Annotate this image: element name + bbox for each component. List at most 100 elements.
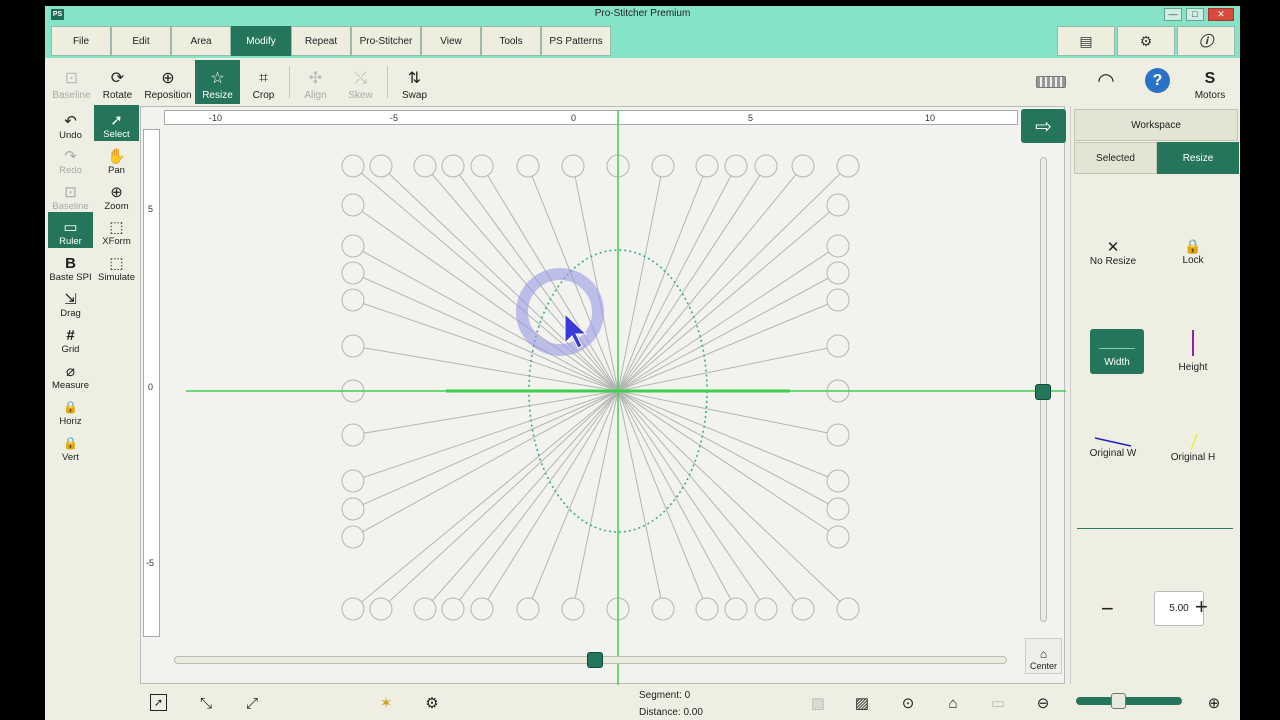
simulate-button[interactable]: ⬚ Simulate (94, 250, 139, 284)
info-icon[interactable]: ⓘ (1177, 26, 1235, 56)
skew-button[interactable]: ⤯ Skew (338, 60, 383, 104)
select-arrow-icon: ➚ (110, 112, 123, 129)
undo-icon: ↶ (64, 113, 77, 130)
height-button[interactable]: Height (1163, 330, 1223, 373)
crop-button[interactable]: ⌗ Crop (241, 60, 286, 104)
skew-icon: ⤯ (354, 70, 367, 87)
hand-icon: ✋ (107, 148, 126, 165)
baseline-icon: ⊡ (64, 70, 79, 87)
decrease-button[interactable]: − (1101, 596, 1114, 622)
reposition-button[interactable]: ⊕ Reposition (142, 60, 194, 104)
xform-icon: ⬚ (109, 219, 124, 236)
tab-modify[interactable]: Modify (231, 26, 291, 56)
book-icon[interactable]: ▤ (1057, 26, 1115, 56)
drag-button[interactable]: ⇲ Drag (48, 286, 93, 320)
motors-icon: S (1204, 70, 1216, 87)
select-button[interactable]: ➚ Select (94, 105, 139, 141)
image-icon[interactable]: ▨ (851, 692, 873, 714)
star-icon: ☆ (210, 70, 225, 87)
select-nodes-icon[interactable]: ⤡ (195, 692, 217, 714)
tab-view[interactable]: View (421, 26, 481, 56)
title-bar: PS Pro-Stitcher Premium — □ ✕ (45, 6, 1240, 24)
zoom-fit-icon[interactable]: ⊙ (897, 692, 919, 714)
swap-button[interactable]: ⇅ Swap (392, 60, 437, 104)
swap-icon: ⇅ (407, 70, 422, 87)
crosshair-icon: ⊕ (161, 70, 175, 87)
select-points-icon[interactable]: ⤢ (241, 692, 263, 714)
increase-button[interactable]: + (1195, 594, 1208, 620)
vertical-scroll-thumb[interactable] (1035, 384, 1051, 400)
gear-icon[interactable]: ⚙ (1117, 26, 1175, 56)
arrow-right-icon: ⇨ (1035, 115, 1052, 138)
zoom-out-icon[interactable]: ⊖ (1032, 692, 1054, 714)
tab-resize[interactable]: Resize (1157, 142, 1239, 174)
tab-edit[interactable]: Edit (111, 26, 171, 56)
zoom-button[interactable]: ⊕ Zoom (94, 179, 139, 213)
toolbar-baseline-button[interactable]: ⊡ Baseline (49, 60, 94, 104)
magic-select-icon[interactable]: ✶ (375, 692, 397, 714)
magnifier-icon: ⊕ (110, 184, 123, 201)
tab-ps-patterns[interactable]: PS Patterns (541, 26, 611, 56)
close-x-icon: ✕ (1106, 239, 1120, 256)
ruler-icon: ▭ (63, 219, 78, 236)
tab-tools[interactable]: Tools (481, 26, 541, 56)
maximize-button[interactable]: □ (1186, 8, 1204, 21)
help-icon[interactable]: ? (1145, 68, 1170, 93)
baste-spi-button[interactable]: B Baste SPI (48, 250, 93, 284)
distance-label: Distance: 0.00 (639, 707, 703, 718)
zoom-in-icon[interactable]: ⊕ (1203, 692, 1225, 714)
camera-icon[interactable]: ▭ (987, 692, 1009, 714)
minimize-button[interactable]: — (1164, 8, 1182, 21)
keyboard-icon[interactable] (1036, 76, 1066, 88)
align-icon: ✣ (308, 70, 323, 87)
window-title: Pro-Stitcher Premium (594, 8, 691, 19)
tab-pro-stitcher[interactable]: Pro-Stitcher (351, 26, 421, 56)
zoom-slider-thumb[interactable] (1111, 693, 1127, 709)
grid-icon: # (66, 327, 75, 344)
horiz-lock-button[interactable]: 🔒 Horiz (48, 394, 93, 428)
status-bar: ➚ ⤡ ⤢ ✶ ⚙ Segment: 0 Distance: 0.00 ▨ ▨ … (45, 684, 1240, 720)
menu-bar: File Edit Area Modify Repeat Pro-Stitche… (45, 24, 1240, 58)
design-canvas[interactable]: -10 -5 0 5 10 5 0 -5 (140, 106, 1066, 685)
original-w-button[interactable]: Original W (1083, 436, 1143, 459)
lock-icon: 🔒 (1184, 238, 1202, 254)
grid-button[interactable]: # Grid (48, 322, 93, 356)
gear-select-icon[interactable]: ⚙ (421, 692, 443, 714)
vert-lock-button[interactable]: 🔒 Vert (48, 430, 93, 464)
home-view-icon[interactable]: ⌂ (942, 692, 964, 714)
tab-repeat[interactable]: Repeat (291, 26, 351, 56)
close-button[interactable]: ✕ (1208, 8, 1234, 21)
horizontal-scrollbar[interactable] (174, 652, 1007, 668)
home-icon: ⌂ (1039, 647, 1048, 661)
align-button[interactable]: ✣ Align (293, 60, 338, 104)
undo-button[interactable]: ↶ Undo (48, 108, 93, 142)
redo-icon: ↷ (64, 148, 77, 165)
xform-button[interactable]: ⬚ XForm (94, 214, 139, 248)
horizontal-scroll-thumb[interactable] (587, 652, 603, 668)
left-baseline-button[interactable]: ⊡ Baseline (48, 179, 93, 213)
rotate-button[interactable]: ⟳ Rotate (95, 60, 140, 104)
resize-button[interactable]: ☆ Resize (195, 60, 240, 104)
zoom-slider[interactable] (1076, 693, 1182, 709)
original-h-button[interactable]: Original H (1163, 432, 1223, 463)
select-box-icon[interactable]: ➚ (150, 694, 167, 711)
pan-button[interactable]: ✋ Pan (94, 143, 139, 177)
width-button[interactable]: Width (1090, 329, 1144, 374)
drag-icon: ⇲ (64, 291, 77, 308)
motors-button[interactable]: S Motors (1185, 60, 1235, 104)
redo-button[interactable]: ↷ Redo (48, 143, 93, 177)
tab-selected[interactable]: Selected (1074, 142, 1157, 174)
wifi-icon[interactable]: ◠ (1093, 68, 1119, 94)
image-disabled-icon[interactable]: ▨ (807, 692, 829, 714)
center-button[interactable]: ⌂ Center (1025, 638, 1062, 674)
vertical-scrollbar[interactable] (1035, 157, 1051, 622)
ruler-button[interactable]: ▭ Ruler (48, 212, 93, 248)
no-resize-button[interactable]: ✕ No Resize (1083, 238, 1143, 267)
measure-button[interactable]: ⌀ Measure (48, 358, 93, 392)
expand-panel-button[interactable]: ⇨ (1021, 109, 1066, 143)
lock-icon: 🔒 (63, 436, 78, 450)
workspace-button[interactable]: Workspace (1074, 109, 1238, 141)
tab-area[interactable]: Area (171, 26, 231, 56)
tab-file[interactable]: File (51, 26, 111, 56)
lock-button[interactable]: 🔒 Lock (1163, 238, 1223, 266)
